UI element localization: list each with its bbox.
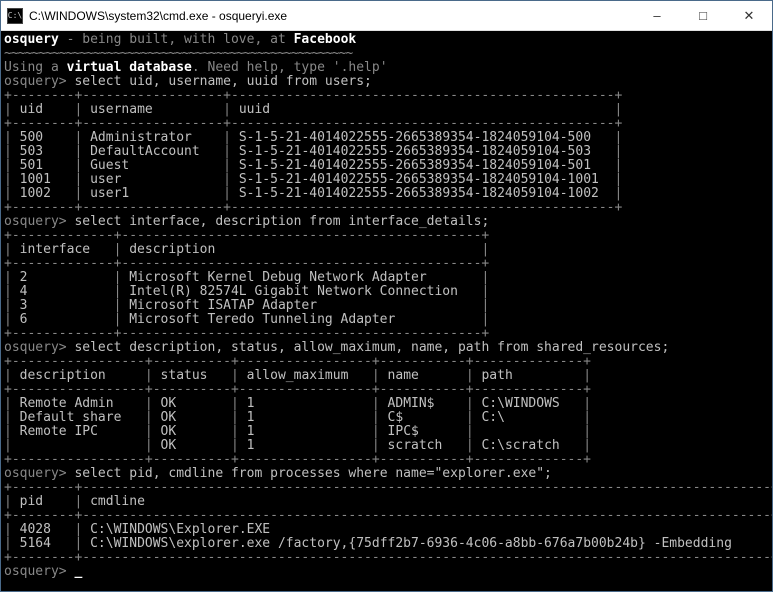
cmd-icon: C:\ <box>7 8 23 24</box>
app-window: C:\ C:\WINDOWS\system32\cmd.exe - osquer… <box>0 0 773 592</box>
minimize-button[interactable]: – <box>634 1 680 30</box>
window-title: C:\WINDOWS\system32\cmd.exe - osqueryi.e… <box>29 9 634 23</box>
titlebar[interactable]: C:\ C:\WINDOWS\system32\cmd.exe - osquer… <box>1 1 772 31</box>
maximize-button[interactable]: □ <box>680 1 726 30</box>
close-button[interactable]: ✕ <box>726 1 772 30</box>
terminal-viewport[interactable]: osquery - being built, with love, at Fac… <box>1 31 772 591</box>
window-controls: – □ ✕ <box>634 1 772 30</box>
